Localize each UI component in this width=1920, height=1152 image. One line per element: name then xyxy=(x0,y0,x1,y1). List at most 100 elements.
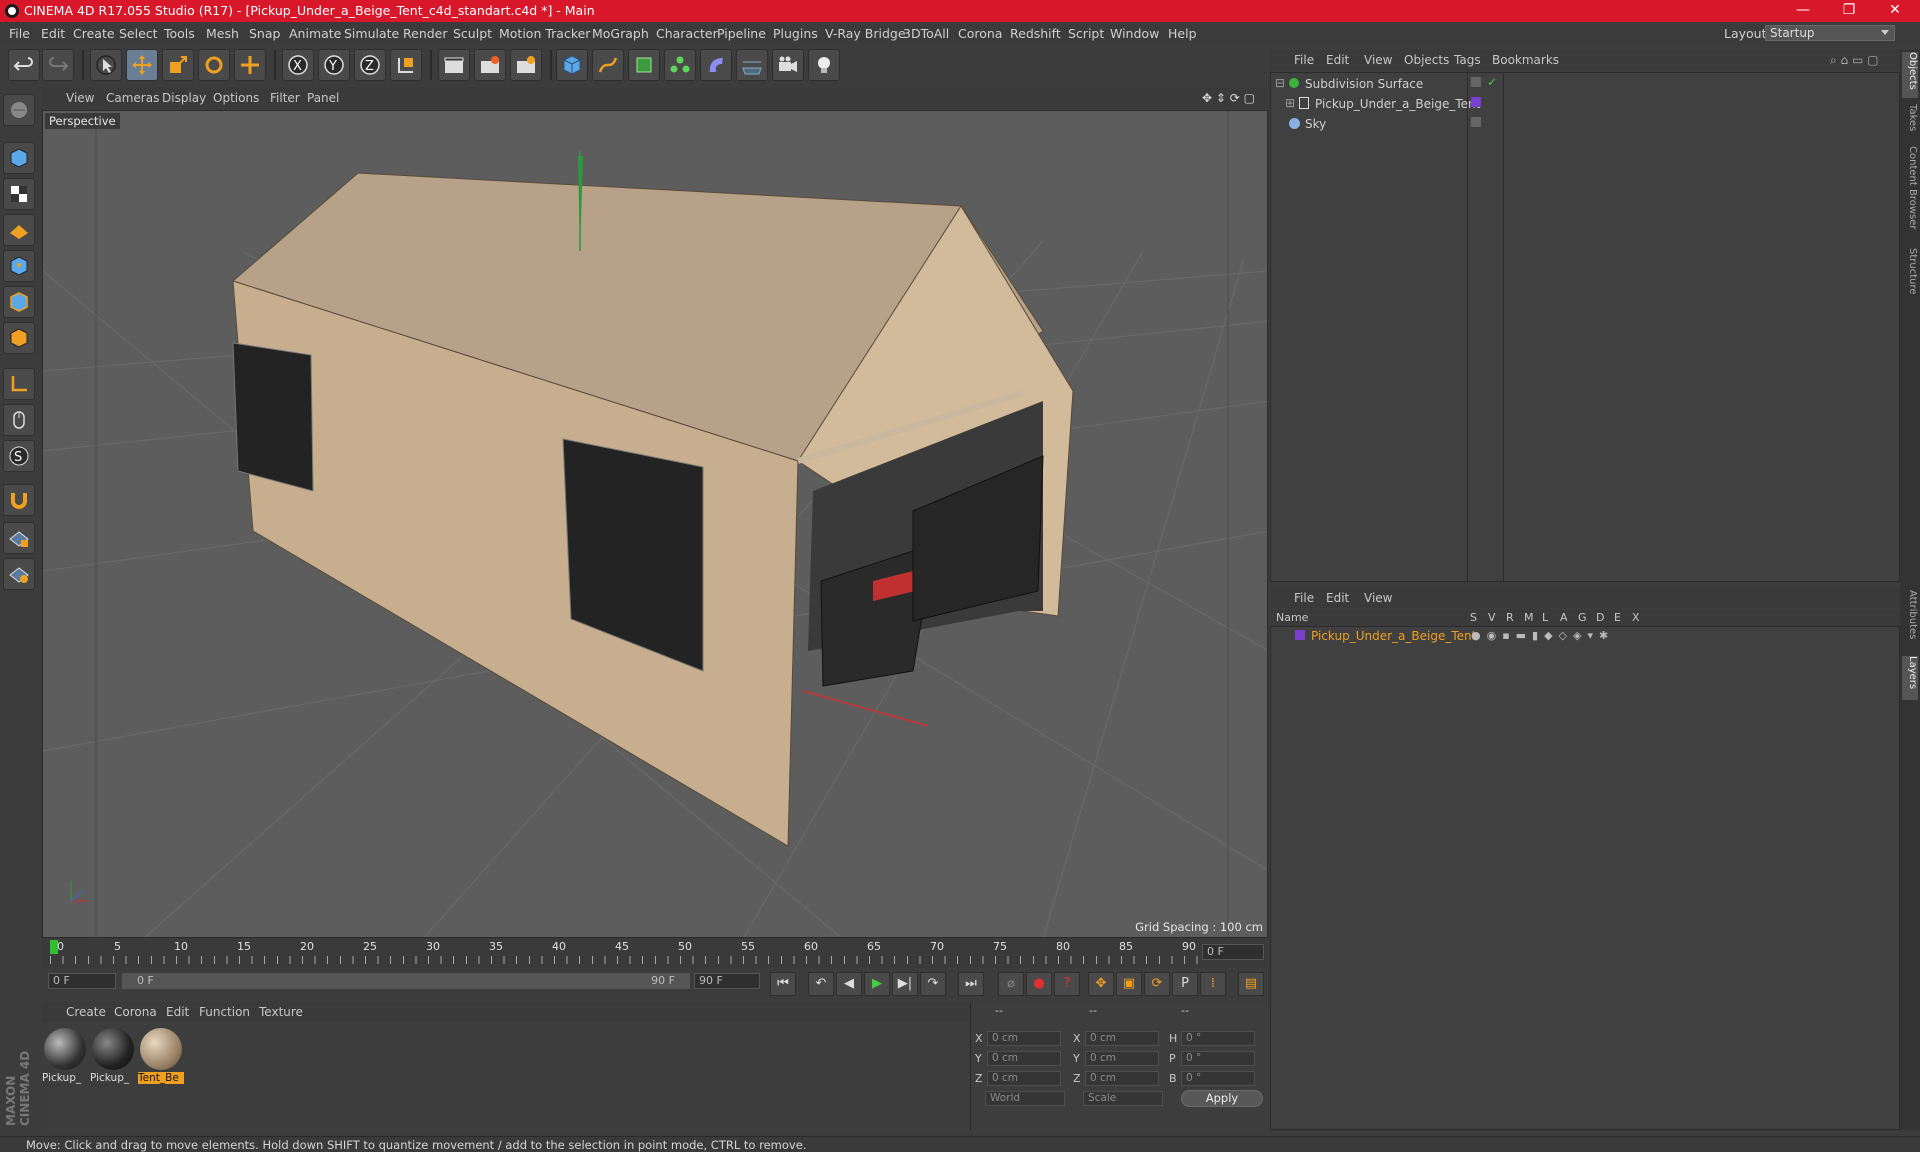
previous-frame-button[interactable]: ◀ xyxy=(836,972,862,996)
go-to-start-button[interactable]: ⏮ xyxy=(770,972,796,996)
menu-edit[interactable]: Edit xyxy=(41,26,65,41)
timeline-window-button[interactable]: ▤ xyxy=(1238,972,1264,996)
add-cube-button[interactable] xyxy=(556,49,588,81)
size-y-field[interactable]: 0 cm xyxy=(1085,1051,1159,1066)
material-menu-function[interactable]: Function xyxy=(199,1005,250,1019)
menu-snap[interactable]: Snap xyxy=(249,26,280,41)
model-mode-button[interactable] xyxy=(3,142,35,174)
snapping-button[interactable]: S xyxy=(3,440,35,472)
position-x-field[interactable]: 0 cm xyxy=(987,1031,1061,1046)
layer-column-animation[interactable]: A xyxy=(1560,611,1568,624)
workplane-lock-button[interactable] xyxy=(3,522,35,554)
key-scale-button[interactable]: ▣ xyxy=(1116,972,1142,996)
menu-character[interactable]: Character xyxy=(656,26,718,41)
frame-range-slider[interactable]: 0 F 90 F xyxy=(122,973,690,989)
menu-pipeline[interactable]: Pipeline xyxy=(717,26,766,41)
viewport-menu-view[interactable]: View xyxy=(66,91,94,105)
previous-key-button[interactable]: ↶ xyxy=(808,972,834,996)
add-deformer-button[interactable] xyxy=(700,49,732,81)
viewport-menu-filter[interactable]: Filter xyxy=(270,91,300,105)
render-settings-button[interactable] xyxy=(510,49,542,81)
menu-window[interactable]: Window xyxy=(1110,26,1159,41)
menu-select[interactable]: Select xyxy=(119,26,158,41)
object-menu-bookmarks[interactable]: Bookmarks xyxy=(1492,53,1559,67)
material-menu-texture[interactable]: Texture xyxy=(259,1005,303,1019)
menu-simulate[interactable]: Simulate xyxy=(344,26,399,41)
edges-mode-button[interactable] xyxy=(3,286,35,318)
layer-column-xref[interactable]: X xyxy=(1632,611,1640,624)
layer-menu-edit[interactable]: Edit xyxy=(1326,591,1349,605)
object-menu-view[interactable]: View xyxy=(1364,53,1392,67)
menu-motion-tracker[interactable]: Motion Tracker xyxy=(499,26,590,41)
menu-tools[interactable]: Tools xyxy=(164,26,195,41)
rotation-p-field[interactable]: 0 ° xyxy=(1181,1051,1255,1066)
points-mode-button[interactable] xyxy=(3,250,35,282)
size-z-field[interactable]: 0 cm xyxy=(1085,1071,1159,1086)
next-frame-button[interactable]: ▶| xyxy=(892,972,918,996)
polygons-mode-button[interactable] xyxy=(3,322,35,354)
layer-color-swatch[interactable] xyxy=(1295,630,1305,640)
tab-structure[interactable]: Structure xyxy=(1902,248,1918,304)
add-mograph-button[interactable] xyxy=(664,49,696,81)
workplane-mode-button[interactable] xyxy=(3,214,35,246)
end-frame-field[interactable]: 90 F xyxy=(694,973,760,989)
viewport-menu-cameras[interactable]: Cameras xyxy=(106,91,159,105)
tab-takes[interactable]: Takes xyxy=(1902,104,1918,140)
y-axis-lock-button[interactable]: Y xyxy=(318,49,350,81)
move-tool-button[interactable] xyxy=(126,49,158,81)
object-row[interactable]: ⊟ Subdivision Surface ✓ xyxy=(1271,75,1901,94)
layer-menu-file[interactable]: File xyxy=(1294,591,1314,605)
menu-redshift[interactable]: Redshift xyxy=(1010,26,1061,41)
add-camera-button[interactable] xyxy=(772,49,804,81)
layout-dropdown[interactable]: Startup xyxy=(1765,25,1895,41)
viewport-nav-icons[interactable]: ✥ ⇕ ⟳ ▢ xyxy=(1202,91,1255,105)
menu-corona[interactable]: Corona xyxy=(958,26,1002,41)
material-swatch[interactable]: Pickup_ xyxy=(90,1026,136,1084)
magnet-button[interactable] xyxy=(3,484,35,516)
layer-column-solo[interactable]: S xyxy=(1470,611,1477,624)
maximize-button[interactable]: ❐ xyxy=(1826,0,1872,22)
rotate-tool-button[interactable] xyxy=(198,49,230,81)
timeline-ruler[interactable]: 0 5 10 15 20 25 30 35 40 45 50 55 60 65 … xyxy=(42,938,1268,968)
minimize-button[interactable]: — xyxy=(1780,0,1826,22)
position-z-field[interactable]: 0 cm xyxy=(987,1071,1061,1086)
menu-create[interactable]: Create xyxy=(73,26,115,41)
layer-color-swatch[interactable] xyxy=(1471,77,1481,87)
add-spline-button[interactable] xyxy=(592,49,624,81)
live-selection-button[interactable] xyxy=(90,49,122,81)
next-key-button[interactable]: ↷ xyxy=(920,972,946,996)
viewport-menu-options[interactable]: Options xyxy=(213,91,259,105)
make-editable-button[interactable] xyxy=(3,94,35,126)
object-row[interactable]: ⊞ Pickup_Under_a_Beige_Tent xyxy=(1271,95,1901,114)
record-keys-button[interactable]: ⌀ xyxy=(998,972,1024,996)
checkmark-icon[interactable]: ✓ xyxy=(1487,75,1497,89)
scale-tool-button[interactable] xyxy=(162,49,194,81)
layer-color-swatch[interactable] xyxy=(1471,117,1481,127)
layer-column-render[interactable]: R xyxy=(1506,611,1514,624)
size-x-field[interactable]: 0 cm xyxy=(1085,1031,1159,1046)
tweak-mode-button[interactable] xyxy=(3,404,35,436)
rotation-h-field[interactable]: 0 ° xyxy=(1181,1031,1255,1046)
object-manager-search-icon[interactable]: ⌕ ⌂ ▭ ▢ xyxy=(1830,53,1878,68)
z-axis-lock-button[interactable]: Z xyxy=(354,49,386,81)
layer-row[interactable]: Pickup_Under_a_Beige_Tent ●◉▪▬▮◆◇◈▾✱ xyxy=(1271,627,1901,646)
menu-render[interactable]: Render xyxy=(403,26,448,41)
position-y-field[interactable]: 0 cm xyxy=(987,1051,1061,1066)
expand-icon[interactable]: ⊞ xyxy=(1285,96,1295,110)
start-frame-field[interactable]: 0 F xyxy=(48,973,116,989)
recent-tool-button[interactable] xyxy=(234,49,266,81)
coordinate-mode-dropdown[interactable]: World xyxy=(985,1091,1065,1106)
layer-column-generators[interactable]: G xyxy=(1578,611,1587,624)
menu-plugins[interactable]: Plugins xyxy=(773,26,818,41)
object-row[interactable]: Sky xyxy=(1271,115,1901,134)
tab-layers[interactable]: Layers xyxy=(1902,656,1918,700)
add-generator-button[interactable] xyxy=(628,49,660,81)
x-axis-handle[interactable] xyxy=(802,690,929,727)
menu-vray-bridge[interactable]: V-Ray Bridge xyxy=(825,26,906,41)
key-position-button[interactable]: ✥ xyxy=(1088,972,1114,996)
layer-color-swatch[interactable] xyxy=(1471,97,1481,107)
layer-column-expressions[interactable]: E xyxy=(1614,611,1621,624)
collapse-icon[interactable]: ⊟ xyxy=(1275,76,1285,90)
key-parameter-button[interactable]: P xyxy=(1172,972,1198,996)
viewport-menu-panel[interactable]: Panel xyxy=(307,91,339,105)
